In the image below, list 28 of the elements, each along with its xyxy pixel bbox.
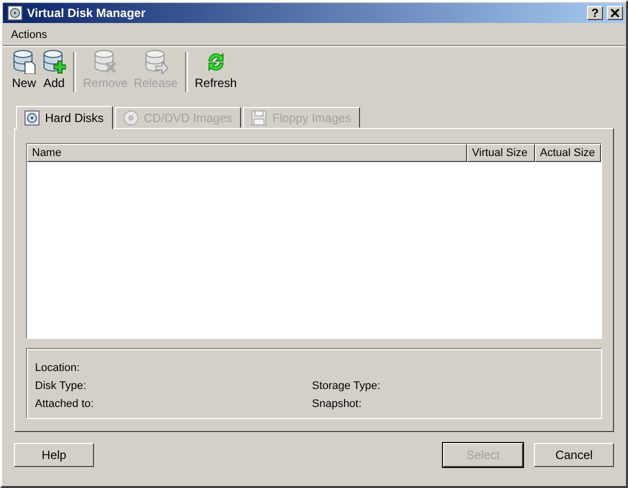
field-label: Location: [35,361,81,376]
disk-stack-cross-icon [93,50,118,74]
close-button[interactable] [607,6,623,20]
tab[interactable]: Hard Disks [16,106,113,129]
column-header[interactable]: Name [27,144,467,162]
dialog-button[interactable]: Cancel [534,443,614,467]
dialog-button[interactable]: Help [14,443,94,467]
disk-stack-page-icon [12,50,36,74]
close-icon [611,9,619,17]
column-header[interactable]: Actual Size [535,144,601,162]
floppy-icon [251,110,268,126]
field-label: Attached to: [35,397,95,412]
disk-icon [7,5,23,21]
cd-icon [122,110,139,126]
window-title: Virtual Disk Manager [27,6,146,20]
new-tool-button[interactable]: New [9,50,40,90]
column-header[interactable]: Virtual Size [467,144,535,162]
help-button[interactable]: ? [587,6,603,20]
field-label: Disk Type: [35,379,88,394]
refresh-tool-button[interactable]: Refresh [192,50,240,90]
field-label: Snapshot: [312,397,363,412]
menu-item[interactable]: Actions [9,29,50,41]
add-tool-button[interactable]: Add [39,50,70,90]
disk-list[interactable]: Name Virtual Size Actual Size [26,143,602,339]
disk-stack-arrow-icon [144,50,168,74]
disk-stack-plus-icon [42,50,66,74]
disk-icon [24,110,40,126]
field-label: Storage Type: [312,379,382,394]
